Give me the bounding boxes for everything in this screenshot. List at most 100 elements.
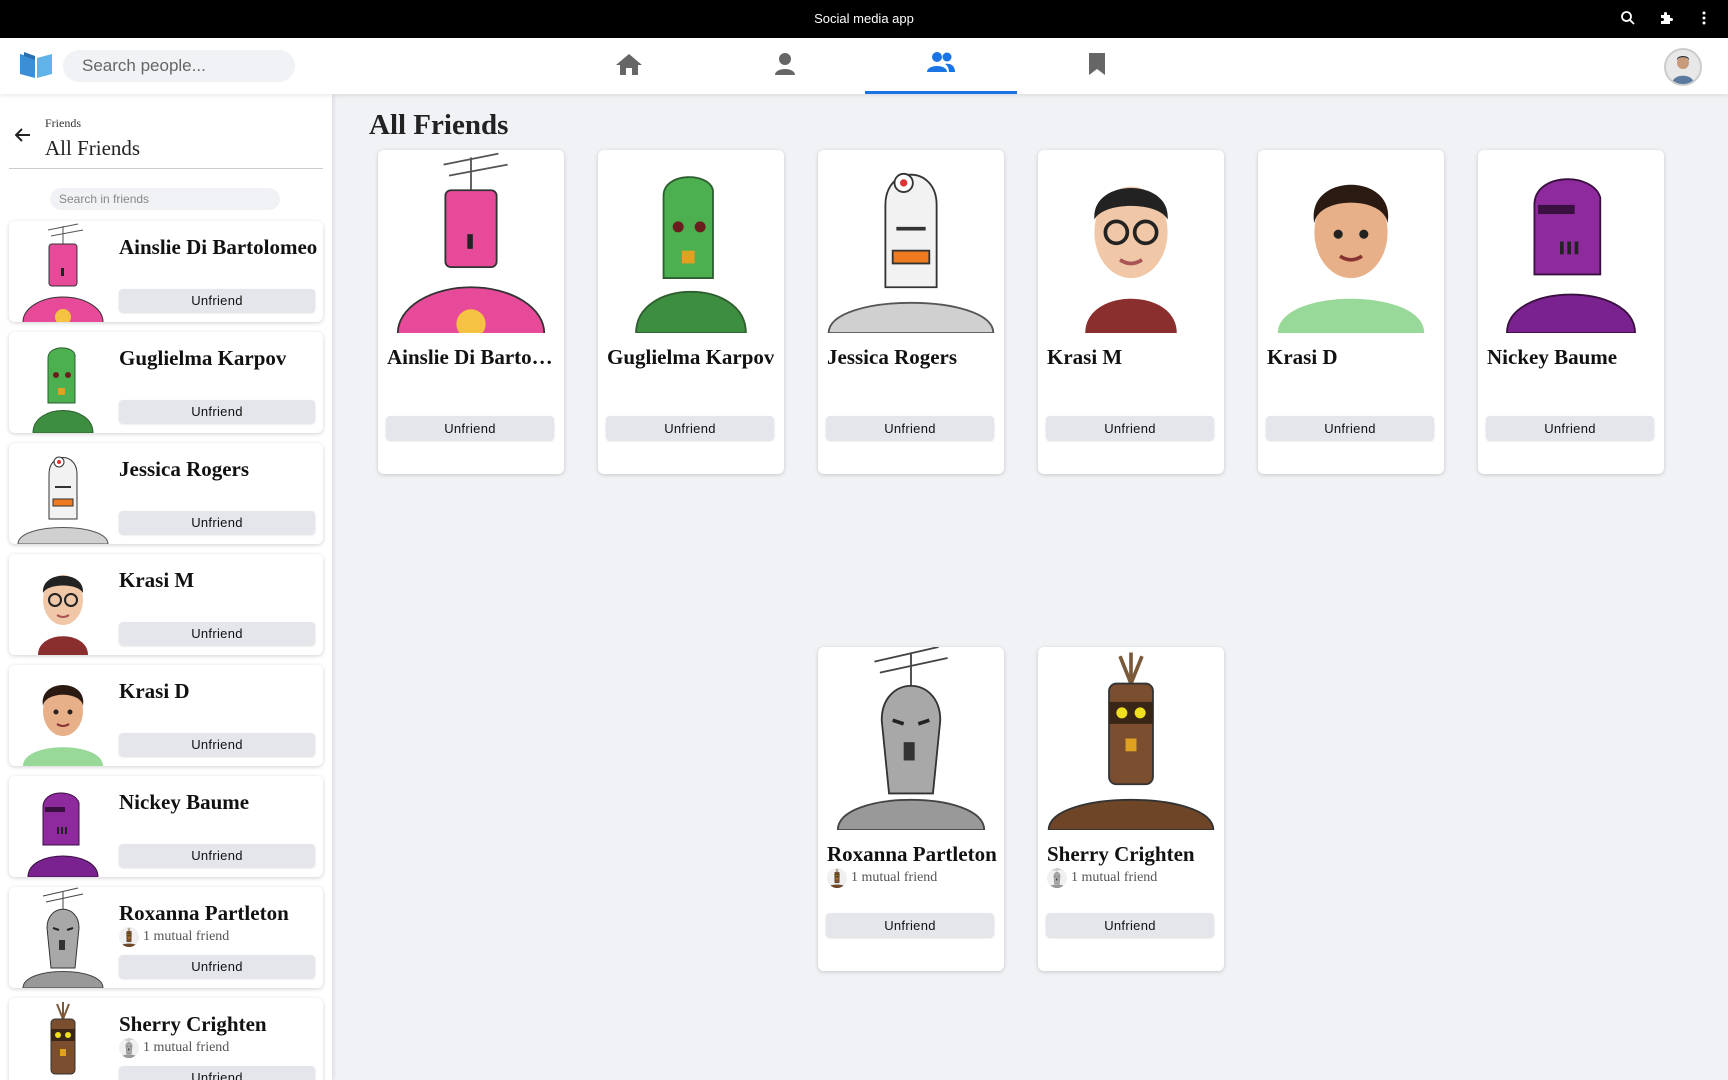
- friend-avatar[interactable]: [13, 554, 113, 655]
- tab-profile[interactable]: [709, 38, 861, 94]
- friend-name[interactable]: Nickey Baume: [1487, 345, 1617, 370]
- friend-name[interactable]: Sherry Crighten: [119, 1012, 267, 1037]
- sidebar-friend-item[interactable]: Krasi M Unfriend: [9, 554, 323, 655]
- unfriend-button[interactable]: Unfriend: [119, 955, 315, 978]
- page-title: All Friends: [369, 109, 509, 141]
- back-arrow-icon[interactable]: [14, 128, 31, 142]
- friend-name[interactable]: Krasi M: [119, 568, 194, 593]
- unfriend-button[interactable]: Unfriend: [119, 511, 315, 534]
- mutual-friends: 1 mutual friend: [119, 927, 229, 947]
- friend-name[interactable]: Jessica Rogers: [827, 345, 957, 370]
- mutual-friend-avatar: [827, 868, 847, 888]
- friend-name[interactable]: Sherry Crighten: [1047, 842, 1195, 867]
- friend-card[interactable]: Jessica Rogers Unfriend: [818, 150, 1004, 474]
- search-icon[interactable]: [1620, 10, 1636, 26]
- friend-card[interactable]: Roxanna Partleton 1 mutual friend Unfrie…: [818, 647, 1004, 971]
- tab-home[interactable]: [553, 38, 705, 94]
- sidebar-friend-item[interactable]: Sherry Crighten 1 mutual friend Unfriend: [9, 998, 323, 1080]
- home-icon: [615, 52, 643, 81]
- friend-name[interactable]: Roxanna Partleton: [119, 901, 289, 926]
- window-title: Social media app: [814, 11, 914, 26]
- unfriend-button[interactable]: Unfriend: [1266, 416, 1434, 440]
- friend-avatar[interactable]: [13, 665, 113, 766]
- friend-avatar[interactable]: [13, 332, 113, 433]
- breadcrumb[interactable]: Friends: [45, 116, 81, 131]
- more-vert-icon[interactable]: [1696, 10, 1712, 26]
- friend-avatar[interactable]: [818, 150, 1004, 334]
- friend-card[interactable]: Krasi D Unfriend: [1258, 150, 1444, 474]
- mutual-friends: 1 mutual friend: [119, 1038, 229, 1058]
- unfriend-button[interactable]: Unfriend: [119, 289, 315, 312]
- friend-avatar[interactable]: [1478, 150, 1664, 334]
- unfriend-button[interactable]: Unfriend: [1486, 416, 1654, 440]
- search-friends-input[interactable]: [50, 188, 280, 210]
- mutual-friends-label: 1 mutual friend: [143, 929, 230, 944]
- friend-avatar[interactable]: [818, 647, 1004, 831]
- friend-avatar[interactable]: [13, 443, 113, 544]
- friend-avatar[interactable]: [13, 221, 113, 322]
- top-navbar: [0, 38, 1728, 94]
- friend-name[interactable]: Krasi M: [1047, 345, 1122, 370]
- unfriend-button[interactable]: Unfriend: [119, 1066, 315, 1080]
- friend-avatar[interactable]: [13, 998, 113, 1080]
- friend-name[interactable]: Roxanna Partleton: [827, 842, 997, 867]
- unfriend-button[interactable]: Unfriend: [119, 622, 315, 645]
- sidebar-friend-list: Ainslie Di Bartolomeo Unfriend Guglielma…: [9, 221, 323, 1080]
- mutual-friends: 1 mutual friend: [1047, 868, 1157, 888]
- search-people-input[interactable]: [63, 50, 295, 82]
- friend-avatar[interactable]: [1038, 647, 1224, 831]
- friend-card[interactable]: Krasi M Unfriend: [1038, 150, 1224, 474]
- friend-avatar[interactable]: [13, 887, 113, 988]
- people-icon: [926, 51, 956, 78]
- bookmark-icon: [1087, 52, 1107, 81]
- friend-card[interactable]: Nickey Baume Unfriend: [1478, 150, 1664, 474]
- tab-saved[interactable]: [1021, 38, 1173, 94]
- sidebar-header: Friends All Friends: [9, 94, 323, 169]
- friend-avatar[interactable]: [13, 776, 113, 877]
- mutual-friend-avatar: [1047, 868, 1067, 888]
- unfriend-button[interactable]: Unfriend: [119, 733, 315, 756]
- friend-name[interactable]: Krasi D: [1267, 345, 1338, 370]
- friends-sidebar: Friends All Friends Ainslie Di Bartolome…: [0, 94, 332, 1080]
- tab-friends[interactable]: [865, 38, 1017, 94]
- app-logo-icon[interactable]: [18, 50, 54, 80]
- friend-name[interactable]: Jessica Rogers: [119, 457, 249, 482]
- friend-name[interactable]: Ainslie Di Bartolomeo: [387, 345, 557, 370]
- friend-name[interactable]: Guglielma Karpov: [119, 346, 286, 371]
- mutual-friend-avatar: [119, 1038, 139, 1058]
- mutual-friends-label: 1 mutual friend: [851, 870, 938, 885]
- extension-icon[interactable]: [1658, 10, 1674, 26]
- unfriend-button[interactable]: Unfriend: [1046, 913, 1214, 937]
- friend-avatar[interactable]: [598, 150, 784, 334]
- friend-card[interactable]: Ainslie Di Bartolomeo Unfriend: [378, 150, 564, 474]
- friend-avatar[interactable]: [378, 150, 564, 380]
- sidebar-friend-item[interactable]: Nickey Baume Unfriend: [9, 776, 323, 877]
- friend-name[interactable]: Nickey Baume: [119, 790, 249, 815]
- friend-name[interactable]: Ainslie Di Bartolomeo: [119, 235, 317, 260]
- friend-avatar[interactable]: [1258, 150, 1444, 333]
- person-icon: [774, 52, 796, 81]
- friend-name[interactable]: Guglielma Karpov: [607, 345, 774, 370]
- unfriend-button[interactable]: Unfriend: [826, 416, 994, 440]
- sidebar-friend-item[interactable]: Krasi D Unfriend: [9, 665, 323, 766]
- unfriend-button[interactable]: Unfriend: [826, 913, 994, 937]
- unfriend-button[interactable]: Unfriend: [119, 844, 315, 867]
- unfriend-button[interactable]: Unfriend: [386, 416, 554, 440]
- user-avatar[interactable]: [1664, 48, 1702, 86]
- sidebar-title: All Friends: [45, 136, 141, 160]
- friend-card[interactable]: Sherry Crighten 1 mutual friend Unfriend: [1038, 647, 1224, 971]
- mutual-friend-avatar: [119, 927, 139, 947]
- sidebar-friend-item[interactable]: Jessica Rogers Unfriend: [9, 443, 323, 544]
- unfriend-button[interactable]: Unfriend: [119, 400, 315, 423]
- friend-card[interactable]: Guglielma Karpov Unfriend: [598, 150, 784, 474]
- window-titlebar: Social media app: [0, 0, 1728, 38]
- unfriend-button[interactable]: Unfriend: [606, 416, 774, 440]
- mutual-friends-label: 1 mutual friend: [1071, 870, 1158, 885]
- sidebar-friend-item[interactable]: Guglielma Karpov Unfriend: [9, 332, 323, 433]
- unfriend-button[interactable]: Unfriend: [1046, 416, 1214, 440]
- sidebar-friend-item[interactable]: Ainslie Di Bartolomeo Unfriend: [9, 221, 323, 322]
- mutual-friends-label: 1 mutual friend: [143, 1040, 230, 1055]
- sidebar-friend-item[interactable]: Roxanna Partleton 1 mutual friend Unfrie…: [9, 887, 323, 988]
- friend-avatar[interactable]: [1038, 150, 1224, 333]
- friend-name[interactable]: Krasi D: [119, 679, 190, 704]
